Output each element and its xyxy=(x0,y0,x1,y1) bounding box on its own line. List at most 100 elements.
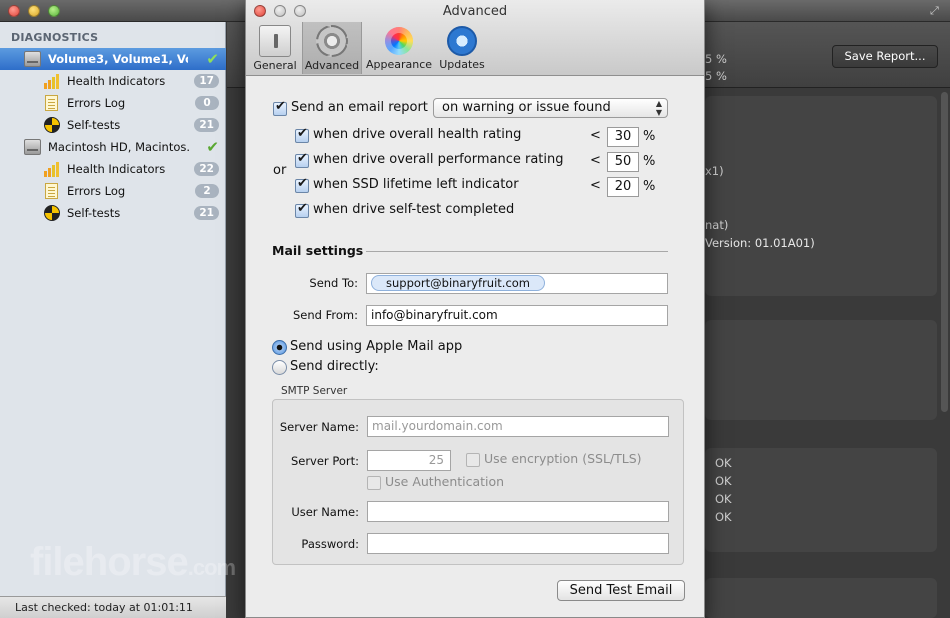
watermark-logo: filehorse.com xyxy=(30,540,236,584)
report-mode-select[interactable]: on warning or issue found ▲ ▼ xyxy=(433,98,668,118)
checkmark-icon: ✔ xyxy=(206,50,219,68)
self-test-icon xyxy=(44,117,60,133)
hard-drive-icon xyxy=(24,51,41,67)
detail-text: x1) xyxy=(705,164,724,178)
sidebar-item-drive-volume3[interactable]: Volume3, Volume1, Vo... ✔ xyxy=(0,48,226,70)
percent-label: % xyxy=(643,129,656,144)
or-label: or xyxy=(273,163,287,178)
sidebar-item-label: Macintosh HD, Macintos... xyxy=(48,140,190,154)
sidebar: DIAGNOSTICS Volume3, Volume1, Vo... ✔ He… xyxy=(0,22,226,618)
use-authentication-checkbox[interactable] xyxy=(367,476,381,490)
preferences-window: Advanced General Advanced Appearance Upd… xyxy=(245,0,705,618)
send-directly-label: Send directly: xyxy=(290,359,379,374)
send-from-field[interactable]: info@binaryfruit.com xyxy=(366,305,668,326)
encryption-checkbox[interactable] xyxy=(466,453,480,467)
mail-settings-title: Mail settings xyxy=(272,243,364,258)
sidebar-item-label: Errors Log xyxy=(67,96,126,110)
sidebar-item-label: Health Indicators xyxy=(67,162,166,176)
condition-label: when SSD lifetime left indicator xyxy=(313,177,519,192)
send-from-label: Send From: xyxy=(293,308,358,322)
fullscreen-icon[interactable]: ⤢ xyxy=(930,4,944,18)
condition-label: when drive self-test completed xyxy=(313,202,515,217)
updates-globe-icon xyxy=(447,26,477,56)
gear-icon xyxy=(316,25,348,57)
status-ok-text: OK xyxy=(715,456,732,470)
log-document-icon xyxy=(45,95,58,111)
window-title: Advanced xyxy=(442,4,508,19)
minimize-window-button[interactable] xyxy=(28,5,40,17)
smtp-group-title: SMTP Server xyxy=(281,385,348,397)
tab-general[interactable]: General xyxy=(253,22,297,74)
send-to-label: Send To: xyxy=(309,276,358,290)
tab-updates[interactable]: Updates xyxy=(437,22,487,74)
percent-label: % xyxy=(643,179,656,194)
sidebar-item-label: Health Indicators xyxy=(67,74,166,88)
tab-label: Updates xyxy=(439,58,485,71)
user-name-label: User Name: xyxy=(291,505,359,519)
sidebar-item-health-indicators[interactable]: Health Indicators 22 xyxy=(0,158,226,180)
sidebar-item-label: Volume3, Volume1, Vo... xyxy=(48,52,188,66)
send-test-email-button[interactable]: Send Test Email xyxy=(557,580,685,601)
log-document-icon xyxy=(45,183,58,199)
scrollbar[interactable] xyxy=(941,92,948,412)
tab-appearance[interactable]: Appearance xyxy=(365,22,433,74)
ssd-lifetime-checkbox[interactable] xyxy=(295,176,309,193)
send-directly-radio[interactable] xyxy=(272,360,287,375)
user-name-field[interactable] xyxy=(367,501,669,522)
smtp-group: Server Name: mail.yourdomain.com Server … xyxy=(272,399,684,565)
zoom-window-button[interactable] xyxy=(48,5,60,17)
less-than-label: < xyxy=(590,153,601,168)
checkmark-icon: ✔ xyxy=(206,138,219,156)
recipient-token[interactable]: support@binaryfruit.com xyxy=(371,275,546,291)
detail-text: nat) xyxy=(705,218,729,232)
password-field[interactable] xyxy=(367,533,669,554)
count-badge: 0 xyxy=(195,96,219,110)
condition-label: when drive overall performance rating xyxy=(313,152,564,167)
sidebar-item-self-tests[interactable]: Self-tests 21 xyxy=(0,114,226,136)
section-divider xyxy=(366,251,668,252)
tab-label: Advanced xyxy=(304,59,360,72)
server-name-field[interactable]: mail.yourdomain.com xyxy=(367,416,669,437)
sidebar-item-errors-log[interactable]: Errors Log 2 xyxy=(0,180,226,202)
condition-label: when drive overall health rating xyxy=(313,127,522,142)
less-than-label: < xyxy=(590,128,601,143)
less-than-label: < xyxy=(590,178,601,193)
summary-text: 5 % xyxy=(705,52,727,66)
email-report-checkbox[interactable] xyxy=(273,99,287,116)
details-panel xyxy=(705,320,937,420)
status-panel: OK OK OK OK xyxy=(705,448,937,552)
health-threshold-input[interactable]: 30 xyxy=(607,127,639,147)
sidebar-item-label: Errors Log xyxy=(67,184,126,198)
sidebar-header: DIAGNOSTICS xyxy=(11,31,99,44)
health-rating-checkbox[interactable] xyxy=(295,126,309,143)
sidebar-item-health-indicators[interactable]: Health Indicators 17 xyxy=(0,70,226,92)
details-panel xyxy=(705,578,937,618)
performance-rating-checkbox[interactable] xyxy=(295,151,309,168)
server-port-label: Server Port: xyxy=(290,454,359,468)
last-checked-text: Last checked: today at 01:01:11 xyxy=(15,601,193,614)
sidebar-item-label: Self-tests xyxy=(67,206,121,220)
tab-advanced[interactable]: Advanced xyxy=(302,22,362,74)
close-window-button[interactable] xyxy=(8,5,20,17)
advanced-pane: Send an email report on warning or issue… xyxy=(246,77,704,618)
apple-mail-radio[interactable] xyxy=(272,340,287,355)
chevron-updown-icon: ▲ ▼ xyxy=(655,99,662,117)
encryption-label: Use encryption (SSL/TLS) xyxy=(484,451,642,466)
self-test-icon xyxy=(44,205,60,221)
detail-text: Version: 01.01A01) xyxy=(705,236,815,250)
count-badge: 21 xyxy=(194,118,219,132)
password-label: Password: xyxy=(301,537,359,551)
ssd-threshold-input[interactable]: 20 xyxy=(607,177,639,197)
color-wheel-icon xyxy=(385,27,413,55)
sidebar-item-errors-log[interactable]: Errors Log 0 xyxy=(0,92,226,114)
server-port-field[interactable]: 25 xyxy=(367,450,451,471)
count-badge: 22 xyxy=(194,162,219,176)
send-to-field[interactable]: support@binaryfruit.com xyxy=(366,273,668,294)
sidebar-item-drive-macintosh-hd[interactable]: Macintosh HD, Macintos... ✔ xyxy=(0,136,226,158)
self-test-completed-checkbox[interactable] xyxy=(295,201,309,218)
save-report-button[interactable]: Save Report... xyxy=(832,45,938,68)
preferences-toolbar: Advanced General Advanced Appearance Upd… xyxy=(246,0,704,76)
tab-label: General xyxy=(253,59,297,72)
sidebar-item-self-tests[interactable]: Self-tests 21 xyxy=(0,202,226,224)
performance-threshold-input[interactable]: 50 xyxy=(607,152,639,172)
